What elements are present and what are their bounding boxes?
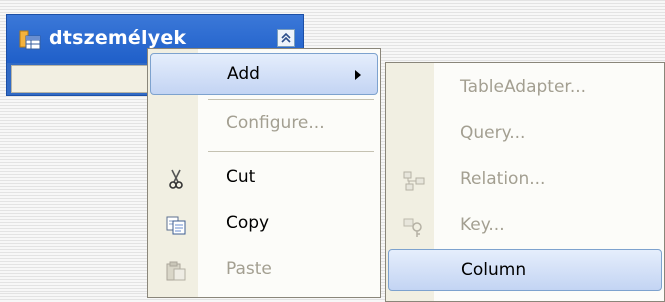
copy-icon [165,214,187,236]
submenu-item-tableadapter-label: TableAdapter... [460,77,587,97]
add-submenu: TableAdapter... Query... Relation... Key… [385,62,665,302]
submenu-item-column-label: Column [461,260,527,280]
submenu-item-query-label: Query... [460,123,526,143]
menu-item-copy-label: Copy [226,213,270,233]
context-menu: Add Configure... Cut Copy Paste [147,48,381,298]
menu-item-configure[interactable]: Configure... [150,103,378,145]
scissors-icon [165,168,187,190]
submenu-arrow-icon [355,70,361,80]
submenu-item-relation-label: Relation... [460,169,546,189]
submenu-item-query[interactable]: Query... [388,113,662,155]
submenu-item-relation[interactable]: Relation... [388,159,662,201]
menu-item-configure-label: Configure... [226,113,325,133]
menu-item-copy[interactable]: Copy [150,203,378,245]
menu-item-paste[interactable]: Paste [150,249,378,291]
relation-icon [403,170,425,192]
menu-separator [208,151,374,152]
menu-item-cut[interactable]: Cut [150,157,378,199]
submenu-item-tableadapter[interactable]: TableAdapter... [388,67,662,109]
menu-item-add[interactable]: Add [150,53,378,95]
paste-icon [165,260,187,282]
collapse-button[interactable] [277,29,295,47]
submenu-item-key-label: Key... [460,215,505,235]
datatable-title: dtszemélyek [49,27,187,49]
double-chevron-up-icon [281,32,291,43]
key-icon [403,216,425,238]
menu-item-paste-label: Paste [226,259,272,279]
datatable-icon [19,29,41,51]
menu-item-add-label: Add [227,64,260,84]
submenu-item-column[interactable]: Column [388,249,662,291]
menu-item-cut-label: Cut [226,167,256,187]
submenu-item-key[interactable]: Key... [388,205,662,247]
menu-separator [208,99,374,100]
